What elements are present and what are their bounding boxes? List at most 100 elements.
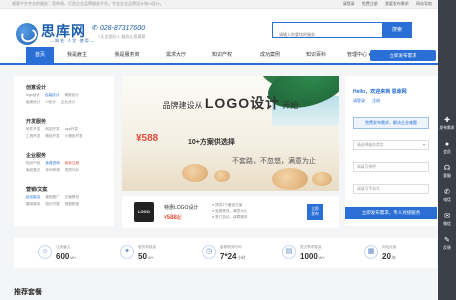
category-link[interactable]: logo设计 [26, 93, 40, 97]
category-link[interactable]: 资质代办 [65, 168, 79, 172]
category-title[interactable]: 营销/文案 [26, 186, 83, 193]
quick-demand-panel: Hello，欢迎来到 思库网 请登录 注册 免费发布需求，解决企业难题 请选择服… [345, 76, 437, 226]
category-development: 开发服务 软件开发 网站开发 app开发 工具开发 微信开发 小程序开发 [26, 118, 87, 139]
category-row: 软件开发 网站开发 app开发 [26, 127, 87, 132]
category-link[interactable]: 知识产权 [26, 161, 40, 165]
category-link[interactable]: app开发 [65, 127, 78, 131]
banner-headline-main: LOGO设计 [204, 95, 281, 111]
category-link[interactable]: 微信开发 [45, 134, 59, 138]
search-button[interactable]: 搜索 [382, 22, 412, 38]
stats-strip: ☺ 注册雇主 600W+ ✦ 服务商数量 50W+ ◷ 客服服务时间 7*24小… [14, 238, 437, 268]
section-title-packages: 推荐套餐 [14, 289, 42, 296]
stat-label: 提交需求数量 [300, 245, 322, 249]
banner-price: ¥588 [136, 133, 159, 144]
nav-demand-hall[interactable]: 需求大厅 [158, 47, 194, 63]
stat-value: 600W+ [56, 252, 77, 261]
logo-globe-icon[interactable] [16, 23, 38, 45]
name-placeholder: 请填写称呼 [357, 165, 376, 169]
top-utility-bar: 威客平台专业的服务：思库网，打造企业品牌服务平台，专业企业品牌设计和VI设计。 … [0, 0, 438, 9]
panel-login-link[interactable]: 请登录 [353, 98, 365, 103]
register-link[interactable]: 免费注册 [362, 1, 378, 6]
category-creative: 创意设计 logo设计 包装设计 海报设计 画册设计 VI设计 企业设计 [26, 84, 83, 105]
main-nav: 首页 我是雇主 我是服务商 需求大厅 知识产权 成功案例 知识百科 管理中心 ▾… [0, 47, 438, 65]
category-enterprise: 企业服务 知识产权 免费咨询 商标注册 版权登记 专利申请 资质代办 [26, 152, 83, 173]
user-icon: ● [444, 141, 450, 148]
category-link[interactable]: 包装设计 [45, 93, 59, 97]
panel-register-link[interactable]: 注册 [372, 98, 380, 103]
category-link[interactable]: VI设计 [45, 100, 56, 104]
category-link[interactable]: 工具开发 [26, 134, 40, 138]
phone-placeholder: 请填写手机号 [357, 187, 380, 191]
hero-banner[interactable]: 品牌建设从 LOGO设计 开始 ¥588 10+方案供选择 不套路，不忽悠，满意… [122, 76, 339, 191]
product-price: ¥588起 [164, 214, 182, 221]
sidebar-label: 微信 [443, 222, 451, 226]
category-link[interactable]: 营销推广 [45, 195, 59, 199]
category-link[interactable]: 版权登记 [26, 168, 40, 172]
submit-demand-button[interactable]: 立即发布需求，专人对接服务 [345, 207, 437, 219]
sidebar-feedback[interactable]: ✎ 反馈 [438, 236, 456, 256]
product-order-button[interactable]: 立即 发布 [307, 204, 323, 220]
banner-headline-prefix: 品牌建设从 [162, 101, 203, 110]
category-menu: 创意设计 logo设计 包装设计 海报设计 画册设计 VI设计 企业设计 开发服… [14, 76, 114, 226]
post-demand-button[interactable]: 立即发布需求 [370, 50, 436, 61]
search-input[interactable] [273, 27, 373, 42]
price-suffix: 起 [176, 215, 182, 221]
category-link[interactable]: 软件开发 [26, 127, 40, 131]
sidebar-label: 反馈 [443, 246, 451, 250]
product-feature: ● 签订协议，保障服务 [212, 215, 248, 219]
nav-wiki[interactable]: 知识百科 [298, 47, 334, 63]
category-link[interactable]: 小程序开发 [65, 134, 83, 138]
login-link[interactable]: 请登录 [343, 1, 355, 6]
stat-item: ☺ 注册雇主 600W+ [38, 243, 118, 265]
product-thumbnail[interactable]: LOGO [134, 202, 154, 222]
category-link[interactable]: 视频配音 [65, 202, 79, 206]
category-title[interactable]: 创意设计 [26, 84, 83, 91]
sidebar-post-demand[interactable]: ✚ 发布需求 [438, 116, 456, 136]
sidebar-label: 客服 [443, 174, 451, 178]
category-link[interactable]: 文案策划 [65, 195, 79, 199]
stat-value: 50W+ [138, 252, 155, 261]
nav-home[interactable]: 首页 [26, 47, 54, 63]
nav-ip[interactable]: 知识产权 [204, 47, 240, 63]
floating-sidebar: ✚ 发布需求 ● 会员 ☊ 客服 ✆ 电话 ✉ 微信 ✎ 反馈 [438, 0, 456, 300]
category-title[interactable]: 企业服务 [26, 152, 83, 159]
stat-label: 服务商数量 [138, 245, 156, 249]
name-field[interactable]: 请填写称呼 [353, 162, 429, 172]
category-title[interactable]: 开发服务 [26, 118, 87, 125]
price-value: 588 [166, 215, 177, 221]
stat-item: ◷ 客服服务时间 7*24小时 [202, 243, 282, 265]
sidebar-label: 发布需求 [439, 126, 455, 130]
headset-icon: ☊ [443, 165, 451, 172]
sidebar-member[interactable]: ● 会员 [438, 140, 456, 160]
featured-product-card: LOGO 特惠LOGO设计 ¥588起 ● 提供3个备选方案 ● 免费修改，满意… [122, 196, 339, 228]
category-link[interactable]: 知识付费 [45, 202, 59, 206]
stat-label: 注册雇主 [56, 245, 71, 249]
category-link[interactable]: 商标注册 [65, 161, 79, 165]
product-name[interactable]: 特惠LOGO设计 [164, 204, 198, 211]
site-header: 思库网 —知名·人文·使用— ✆ 028-87317600 7天全程好人 服务让… [0, 9, 438, 47]
feedback-icon: ✎ [444, 237, 450, 244]
phone-field[interactable]: 请填写手机号 [353, 184, 429, 194]
stat-item: ▦ 网站运营 20年 [364, 243, 444, 265]
order-button-line: 发布 [311, 212, 319, 216]
category-link[interactable]: 起名取名 [26, 195, 40, 199]
nav-provider[interactable]: 我是服务商 [106, 47, 148, 63]
nav-cases[interactable]: 成功案例 [252, 47, 288, 63]
clock-icon: ◷ [202, 245, 216, 259]
post-demand-link[interactable]: 我要发布需求 [385, 1, 409, 6]
category-link[interactable]: 翻译服务 [26, 202, 40, 206]
category-link[interactable]: 专利申请 [45, 168, 59, 172]
nav-employer[interactable]: 我是雇主 [60, 47, 94, 63]
category-link[interactable]: 网站开发 [45, 127, 59, 131]
site-map-link[interactable]: 网站导航 [416, 1, 432, 6]
category-link[interactable]: 海报设计 [64, 93, 78, 97]
category-link[interactable]: 画册设计 [26, 100, 40, 104]
category-link[interactable]: 免费咨询 [45, 161, 59, 165]
sidebar-wechat[interactable]: ✉ 微信 [438, 212, 456, 232]
service-type-select[interactable]: 请选择服务类型 ▾ [353, 140, 429, 150]
free-post-button[interactable]: 免费发布需求，解决企业难题 [353, 117, 429, 129]
sidebar-phone[interactable]: ✆ 电话 [438, 188, 456, 208]
category-row: 版权登记 专利申请 资质代办 [26, 168, 83, 173]
sidebar-service[interactable]: ☊ 客服 [438, 164, 456, 184]
category-link[interactable]: 企业设计 [61, 100, 75, 104]
